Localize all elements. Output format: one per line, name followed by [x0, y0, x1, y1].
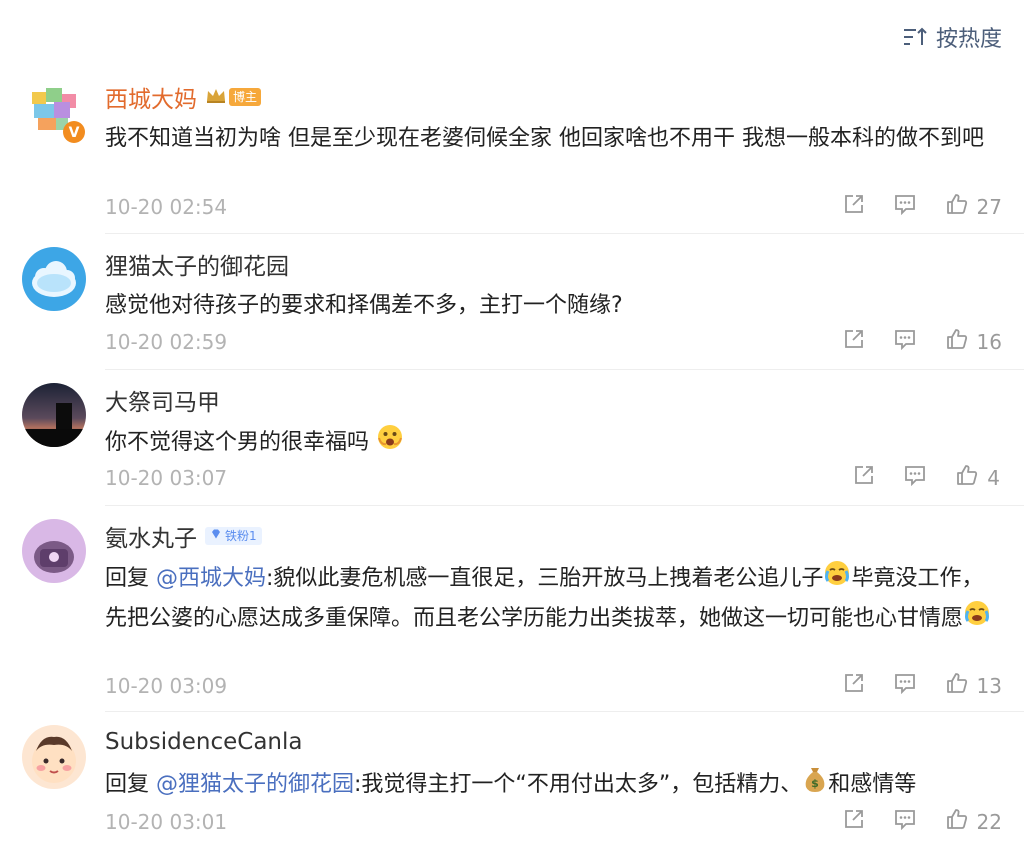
like-count: 27 — [976, 194, 1002, 219]
svg-text:$: $ — [811, 777, 819, 790]
comment-time: 10-20 03:07 — [105, 465, 228, 490]
divider — [105, 711, 1024, 712]
reply-button[interactable] — [893, 672, 917, 699]
comment-icon — [903, 464, 927, 491]
divider — [105, 233, 1024, 234]
share-button[interactable] — [843, 808, 865, 835]
mention-link[interactable]: @西城大妈 — [156, 566, 266, 591]
avatar[interactable] — [22, 519, 86, 583]
diamond-icon — [210, 528, 222, 544]
share-icon — [853, 464, 875, 491]
share-button[interactable] — [843, 328, 865, 355]
sort-icon — [902, 26, 928, 48]
svg-text:V: V — [69, 125, 80, 141]
thumbs-up-icon — [945, 192, 969, 221]
share-icon — [843, 193, 865, 220]
comment-time: 10-20 02:54 — [105, 194, 228, 219]
avatar[interactable]: V — [22, 80, 86, 144]
username[interactable]: 氨水丸子 — [105, 519, 197, 553]
thumbs-up-icon — [945, 671, 969, 700]
comment-time: 10-20 03:01 — [105, 809, 228, 834]
like-button[interactable]: 16 — [945, 327, 1002, 356]
share-button[interactable] — [853, 464, 875, 491]
reply-button[interactable] — [893, 328, 917, 355]
reply-button[interactable] — [893, 808, 917, 835]
avatar[interactable] — [22, 383, 86, 447]
share-icon — [843, 328, 865, 355]
comment-time: 10-20 02:59 — [105, 329, 228, 354]
divider — [105, 505, 1024, 506]
crying-face-emoji-icon — [823, 559, 851, 599]
money-bag-emoji-icon: $ — [802, 765, 828, 805]
avatar[interactable] — [22, 725, 86, 789]
divider — [105, 369, 1024, 370]
comment-text: 你不觉得这个男的很幸福吗 — [105, 423, 1002, 463]
share-icon — [843, 672, 865, 699]
mention-link[interactable]: @狸猫太子的御花园 — [156, 772, 354, 797]
comment-icon — [893, 672, 917, 699]
username[interactable]: 西城大妈 — [105, 80, 197, 114]
like-count: 13 — [976, 673, 1002, 698]
blogger-badge: 博主 — [205, 86, 262, 108]
like-count: 22 — [976, 809, 1002, 834]
username[interactable]: 大祭司马甲 — [105, 383, 220, 417]
like-count: 4 — [987, 465, 1000, 490]
fan-badge: 铁粉1 — [205, 527, 262, 545]
like-button[interactable]: 22 — [945, 807, 1002, 836]
like-button[interactable]: 13 — [945, 671, 1002, 700]
share-button[interactable] — [843, 193, 865, 220]
comment-icon — [893, 328, 917, 355]
thumbs-up-icon — [945, 807, 969, 836]
like-button[interactable]: 4 — [955, 463, 1000, 492]
username[interactable]: SubsidenceCanla — [105, 729, 303, 755]
sort-label: 按热度 — [935, 27, 1002, 52]
share-button[interactable] — [843, 672, 865, 699]
like-button[interactable]: 27 — [945, 192, 1002, 221]
username[interactable]: 狸猫太子的御花园 — [105, 247, 289, 281]
thumbs-up-icon — [945, 327, 969, 356]
comment-icon — [893, 193, 917, 220]
reply-button[interactable] — [903, 464, 927, 491]
reply-button[interactable] — [893, 193, 917, 220]
scared-face-emoji-icon — [376, 423, 404, 463]
like-count: 16 — [976, 329, 1002, 354]
crying-face-emoji-icon — [963, 599, 991, 639]
thumbs-up-icon — [955, 463, 979, 492]
avatar[interactable] — [22, 247, 86, 311]
comment-text: 我不知道当初为啥 但是至少现在老婆伺候全家 他回家啥也不用干 我想一般本科的做不… — [105, 126, 984, 151]
comment-text: 回复 @狸猫太子的御花园:我觉得主打一个“不用付出太多”，包括精力、 $ 和感情等 — [105, 765, 1002, 805]
comment-time: 10-20 03:09 — [105, 673, 228, 698]
sort-by-heat-button[interactable]: 按热度 — [902, 20, 1002, 54]
share-icon — [843, 808, 865, 835]
comment-text: 回复 @西城大妈:貌似此妻危机感一直很足，三胎开放马上拽着老公追儿子 毕竟没工作，… — [105, 559, 1002, 639]
crown-icon — [205, 86, 227, 108]
comment-icon — [893, 808, 917, 835]
comment-text: 感觉他对待孩子的要求和择偶差不多，主打一个随缘? — [105, 293, 623, 318]
